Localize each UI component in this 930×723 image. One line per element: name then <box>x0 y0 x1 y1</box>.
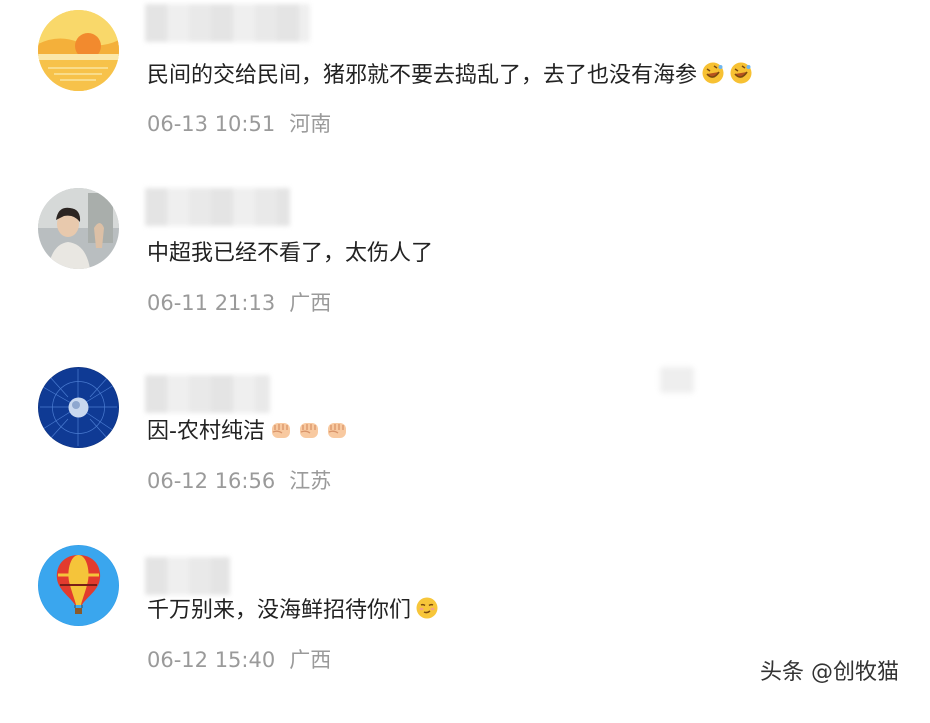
comment-text-content: 民间的交给民间，猪邪就不要去捣乱了，去了也没有海参 <box>147 63 698 88</box>
comment-item: 千万别来，没海鲜招待你们 06-12 15:40 广西 <box>0 545 930 723</box>
person-photo-icon <box>38 188 119 269</box>
fist-emoji <box>297 417 321 441</box>
comment-text: 中超我已经不看了，太伤人了 <box>147 239 433 269</box>
comment-item: 因-农村纯洁 06-12 16:56 江苏 <box>0 367 930 545</box>
comment-location: 广西 <box>289 291 332 315</box>
comment-meta: 06-12 15:40 广西 <box>147 646 331 674</box>
hot-air-balloon-avatar[interactable] <box>38 545 119 626</box>
comment-time: 06-12 16:56 <box>147 469 276 493</box>
sunset-icon <box>38 10 119 91</box>
username-blurred[interactable] <box>145 557 230 595</box>
username-blurred[interactable] <box>145 375 270 413</box>
comment-location: 河南 <box>289 112 332 136</box>
comment-item: 民间的交给民间，猪邪就不要去捣乱了，去了也没有海参 06-13 10:51 河南 <box>0 4 930 188</box>
rofl-emoji <box>729 61 753 85</box>
fist-emoji <box>325 417 349 441</box>
fist-emoji <box>269 417 293 441</box>
earth-network-icon <box>38 367 119 448</box>
person-photo-avatar[interactable] <box>38 188 119 269</box>
watermark: 头条 @创牧猫 <box>760 660 899 685</box>
sunset-avatar[interactable] <box>38 10 119 91</box>
comment-text: 千万别来，没海鲜招待你们 <box>147 596 439 626</box>
comment-time: 06-11 21:13 <box>147 291 276 315</box>
comment-text-content: 因-农村纯洁 <box>147 419 265 444</box>
comment-meta: 06-12 16:56 江苏 <box>147 467 331 495</box>
comment-meta: 06-13 10:51 河南 <box>147 110 331 138</box>
comment-location: 江苏 <box>289 469 332 493</box>
comment-meta: 06-11 21:13 广西 <box>147 289 331 317</box>
comment-time: 06-12 15:40 <box>147 648 276 672</box>
comment-text: 民间的交给民间，猪邪就不要去捣乱了，去了也没有海参 <box>147 61 753 91</box>
hot-air-balloon-icon <box>38 545 119 626</box>
comment-location: 广西 <box>289 648 332 672</box>
blurred-area <box>660 367 694 393</box>
comment-text-content: 中超我已经不看了，太伤人了 <box>147 241 434 266</box>
rofl-emoji <box>701 61 725 85</box>
comment-text-content: 千万别来，没海鲜招待你们 <box>147 598 412 623</box>
comment-text: 因-农村纯洁 <box>147 417 349 447</box>
comment-item: 中超我已经不看了，太伤人了 06-11 21:13 广西 <box>0 188 930 366</box>
smirk-emoji <box>415 596 439 620</box>
username-blurred[interactable] <box>145 188 290 226</box>
username-blurred[interactable] <box>145 4 310 42</box>
earth-network-avatar[interactable] <box>38 367 119 448</box>
comment-time: 06-13 10:51 <box>147 112 276 136</box>
